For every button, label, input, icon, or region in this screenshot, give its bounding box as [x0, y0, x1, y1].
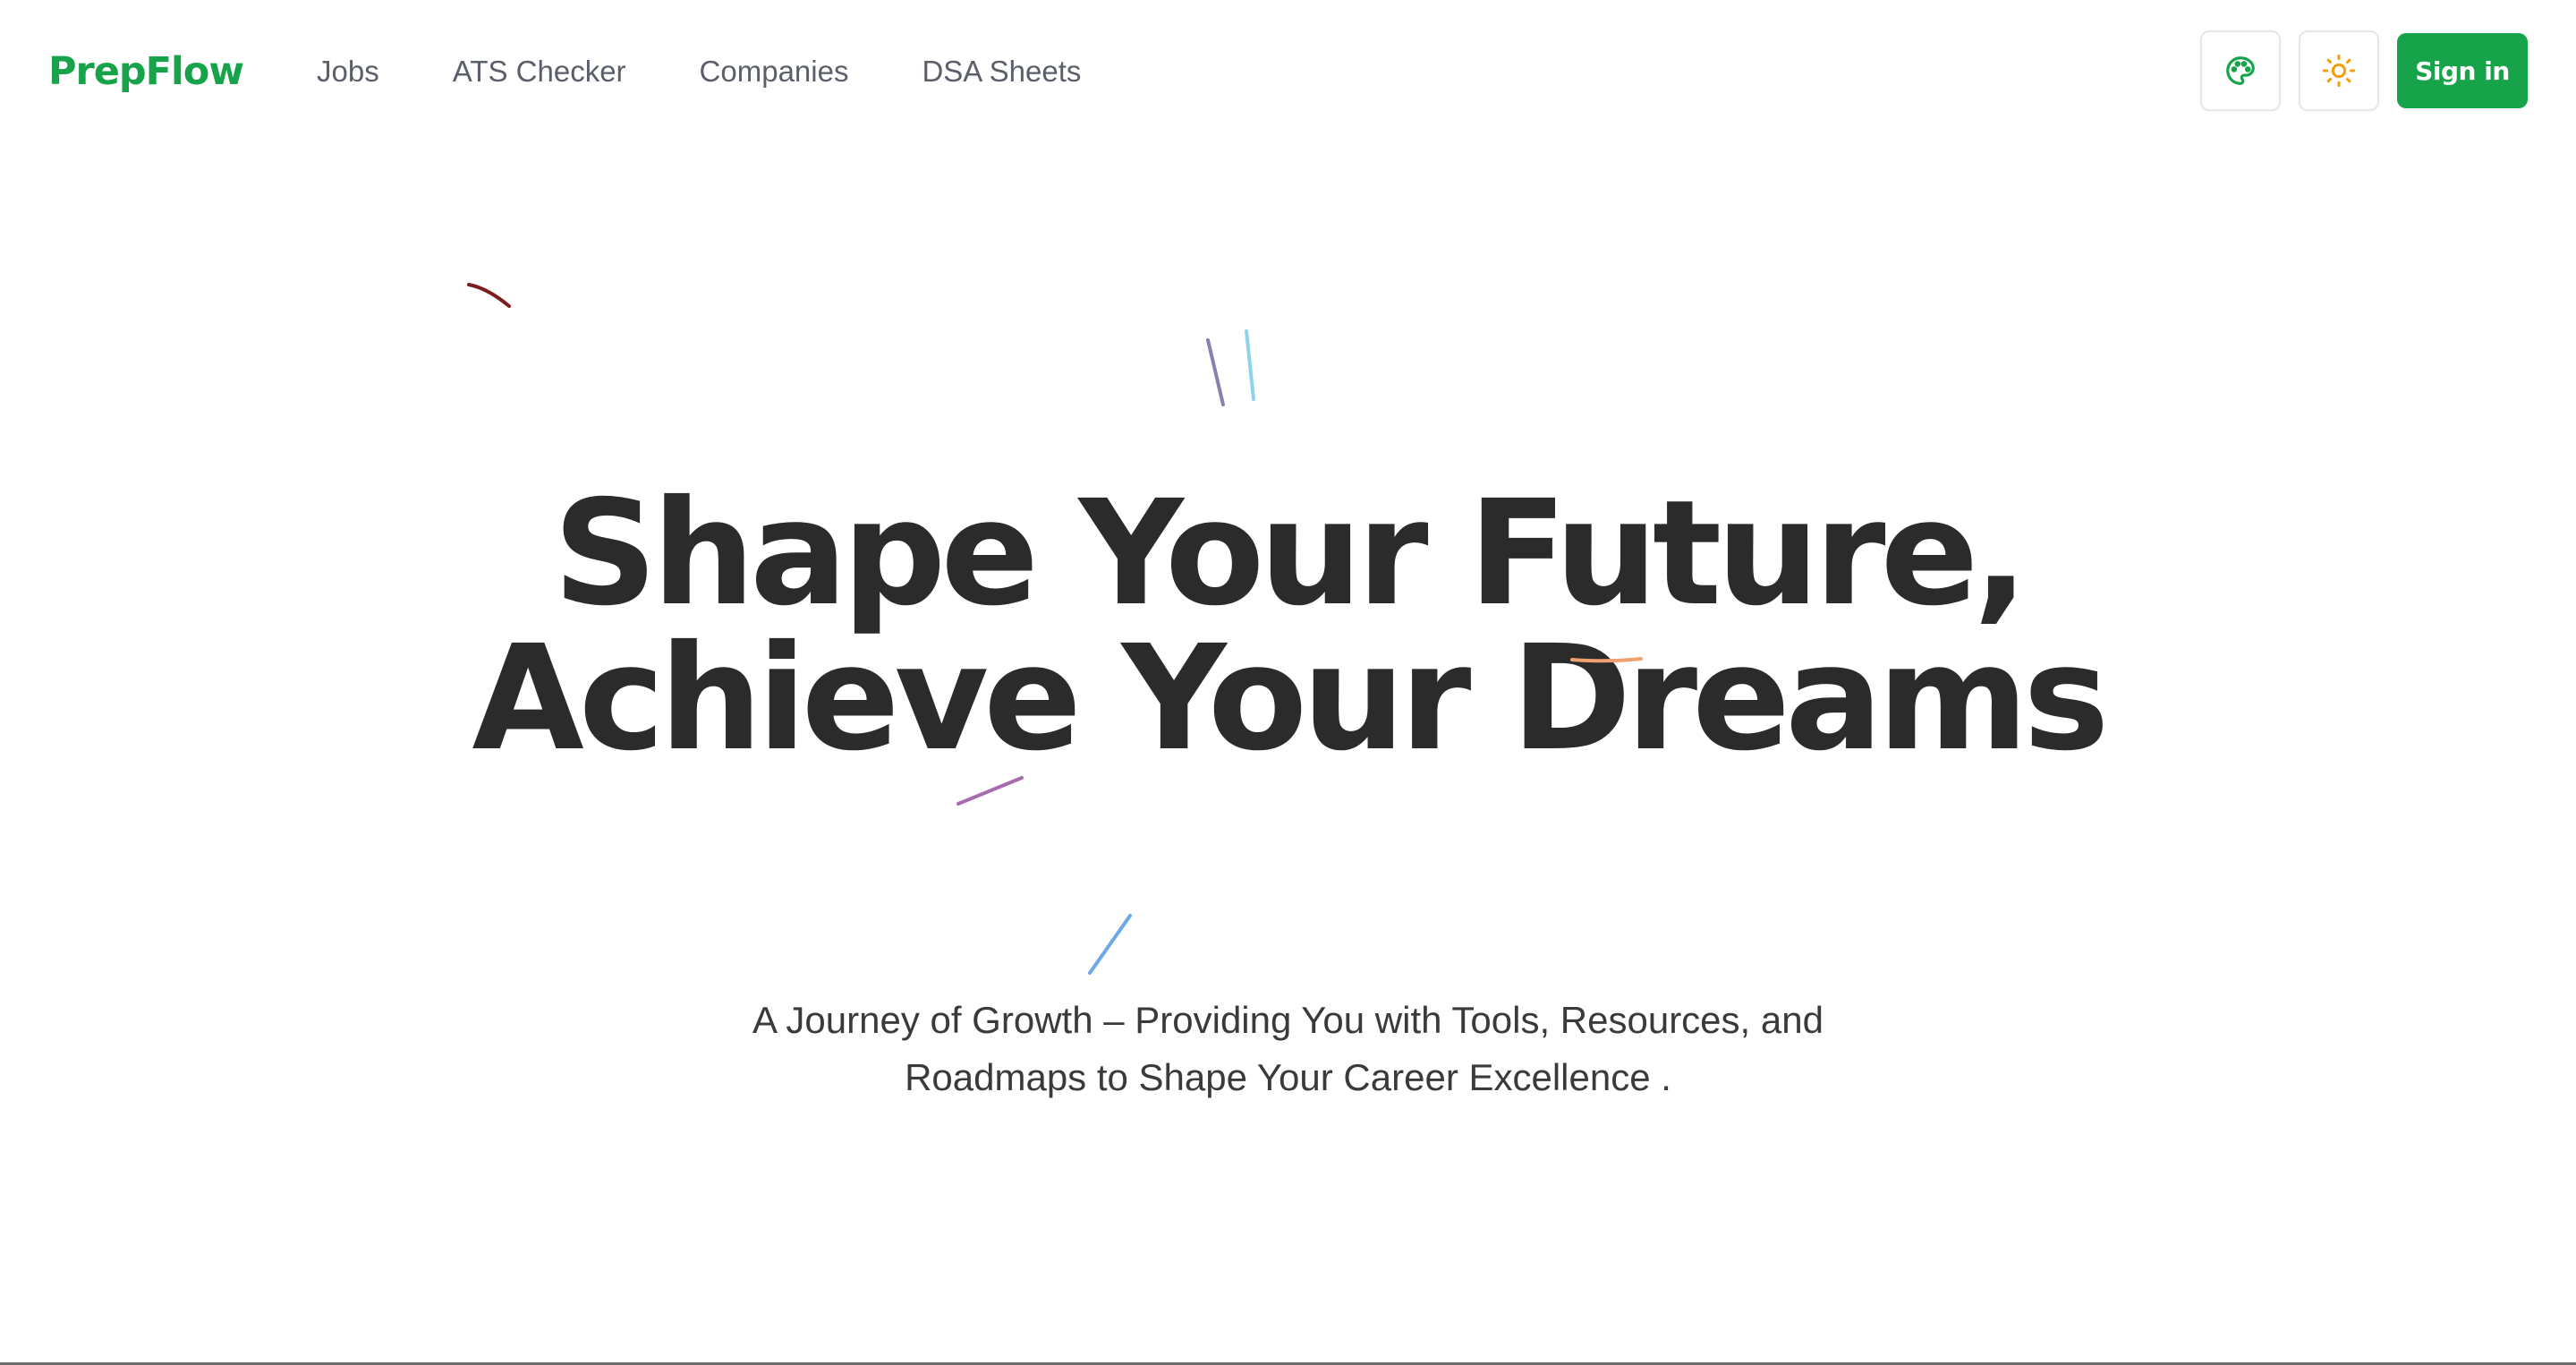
landing-page: PrepFlow Jobs ATS Checker Companies DSA … — [0, 0, 2576, 1365]
hero-subtitle-line-2: Roadmaps to Shape Your Career Excellence… — [905, 1056, 1671, 1098]
hero-title-line-2: Achieve Your Dreams — [472, 615, 2109, 783]
hero-section: Shape Your Future, Achieve Your Dreams A… — [0, 141, 2576, 1359]
brand-logo[interactable]: PrepFlow — [48, 49, 244, 94]
theme-palette-button[interactable] — [2200, 30, 2281, 111]
nav-link-dsa-sheets[interactable]: DSA Sheets — [922, 55, 1081, 89]
hero-title: Shape Your Future, Achieve Your Dreams — [0, 482, 2576, 772]
top-navbar: PrepFlow Jobs ATS Checker Companies DSA … — [0, 0, 2576, 141]
nav-links: Jobs ATS Checker Companies DSA Sheets — [317, 53, 1154, 89]
theme-toggle-button[interactable] — [2299, 30, 2379, 111]
nav-link-ats-checker[interactable]: ATS Checker — [453, 55, 626, 89]
nav-actions: Sign in — [2200, 30, 2528, 111]
nav-link-jobs[interactable]: Jobs — [317, 55, 379, 89]
hero-subtitle-line-1: A Journey of Growth – Providing You with… — [752, 999, 1824, 1041]
hero-subtitle: A Journey of Growth – Providing You with… — [0, 992, 2576, 1106]
hero-title-line-1: Shape Your Future, — [553, 470, 2028, 638]
palette-icon — [2226, 56, 2255, 85]
nav-link-companies[interactable]: Companies — [700, 55, 849, 89]
sun-icon — [2322, 54, 2356, 88]
sign-in-button[interactable]: Sign in — [2397, 33, 2528, 108]
